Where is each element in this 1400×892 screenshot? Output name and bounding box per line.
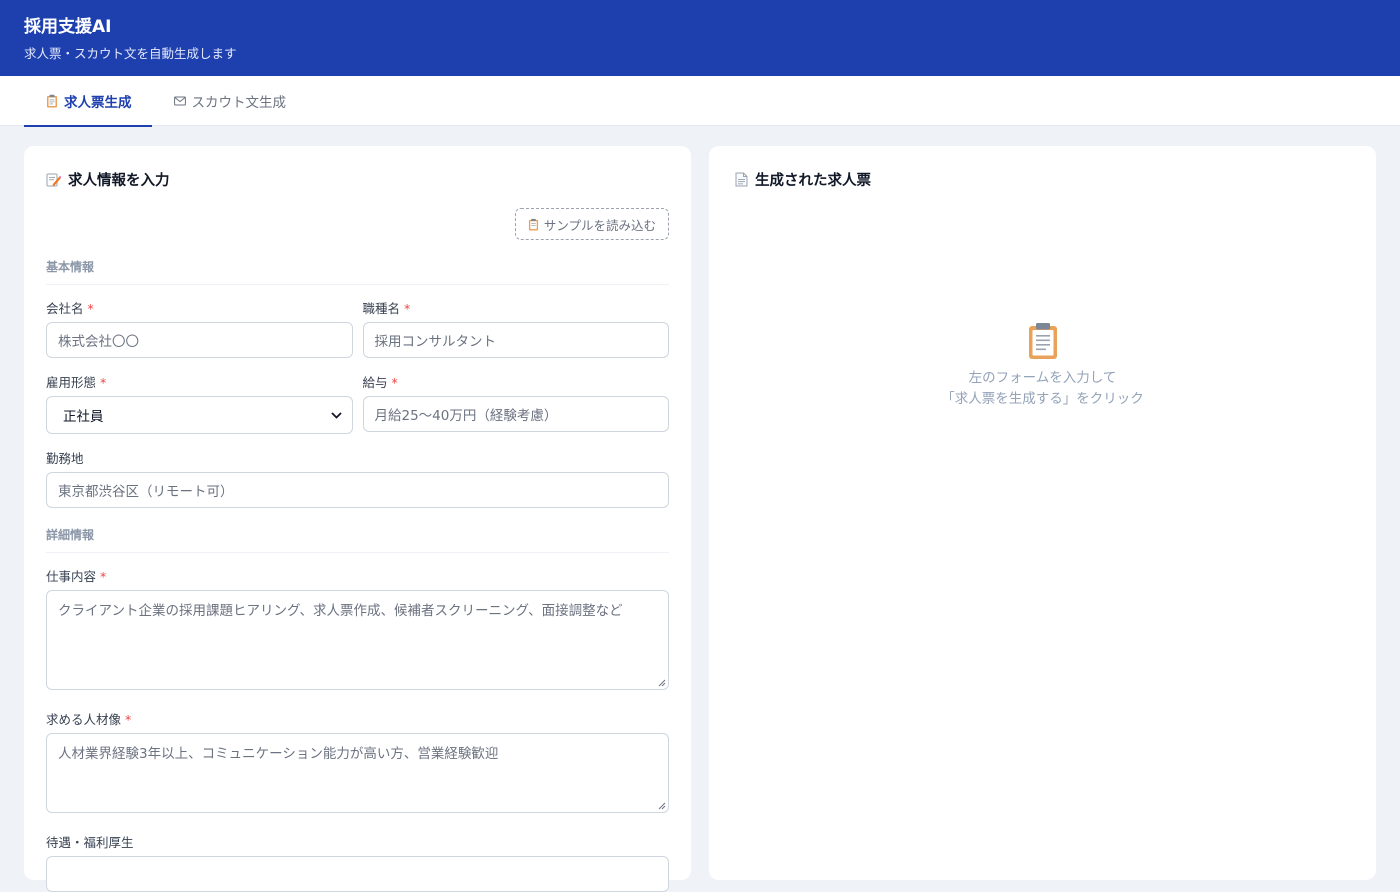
job-description-label: 仕事内容*: [46, 566, 669, 582]
company-label: 会社名*: [46, 298, 353, 314]
result-title-text: 生成された求人票: [755, 169, 871, 190]
main-content: 求人情報を入力 サンプルを読み込む 基本情報 会社名* 株式会社〇〇 職種名* …: [24, 146, 1376, 860]
company-input[interactable]: 株式会社〇〇: [46, 322, 353, 358]
form-title: 求人情報を入力: [46, 170, 669, 188]
clipboard-icon: [528, 218, 539, 231]
ideal-candidate-placeholder: 人材業界経験3年以上、コミュニケーション能力が高い方、営業経験歓迎: [58, 746, 498, 762]
tab-scout-message[interactable]: スカウト文生成: [152, 76, 307, 126]
job-title-input[interactable]: 採用コンサルタント: [363, 322, 670, 358]
app-subtitle: 求人票・スカウト文を自動生成します: [24, 43, 1376, 62]
job-title-placeholder: 採用コンサルタント: [375, 330, 497, 350]
result-title: 生成された求人票: [735, 170, 1350, 188]
required-mark: *: [100, 375, 106, 390]
tab-job-posting[interactable]: 求人票生成: [24, 76, 152, 126]
job-description-textarea[interactable]: クライアント企業の採用課題ヒアリング、求人票作成、候補者スクリーニング、面接調整…: [46, 590, 669, 690]
empty-state-message: 左のフォームを入力して 「求人票を生成する」をクリック: [709, 368, 1376, 410]
location-label: 勤務地: [46, 448, 669, 464]
required-mark: *: [100, 569, 106, 584]
clipboard-icon: [46, 94, 58, 108]
location-input[interactable]: 東京都渋谷区（リモート可）: [46, 472, 669, 508]
envelope-icon: [174, 96, 186, 106]
app-title: 採用支援AI: [24, 16, 1376, 38]
employment-type-select[interactable]: 正社員: [46, 396, 353, 434]
salary-label: 給与*: [363, 372, 670, 388]
app-header: 採用支援AI 求人票・スカウト文を自動生成します: [0, 0, 1400, 76]
required-mark: *: [392, 375, 398, 390]
form-card: 求人情報を入力 サンプルを読み込む 基本情報 会社名* 株式会社〇〇 職種名* …: [24, 146, 691, 880]
employment-type-label: 雇用形態*: [46, 372, 353, 388]
memo-pencil-icon: [46, 172, 61, 187]
section-basic-info: 基本情報: [46, 258, 669, 285]
chevron-down-icon: [331, 407, 342, 423]
tab-label: 求人票生成: [64, 91, 132, 111]
empty-state-line: 「求人票を生成する」をクリック: [709, 389, 1376, 410]
ideal-candidate-textarea[interactable]: 人材業界経験3年以上、コミュニケーション能力が高い方、営業経験歓迎: [46, 733, 669, 813]
document-icon: [735, 172, 748, 187]
required-mark: *: [404, 301, 410, 316]
section-detail-info: 詳細情報: [46, 526, 669, 553]
resize-grip-icon[interactable]: [658, 679, 666, 687]
load-sample-label: サンプルを読み込む: [544, 215, 656, 234]
clipboard-icon: [1027, 322, 1059, 364]
company-placeholder: 株式会社〇〇: [58, 330, 139, 350]
salary-input[interactable]: 月給25〜40万円（経験考慮）: [363, 396, 670, 432]
benefits-input[interactable]: [46, 856, 669, 892]
empty-state-line: 左のフォームを入力して: [709, 368, 1376, 389]
resize-grip-icon[interactable]: [658, 802, 666, 810]
ideal-candidate-label: 求める人材像*: [46, 709, 669, 725]
tab-label: スカウト文生成: [192, 91, 287, 111]
tab-bar: 求人票生成 スカウト文生成: [0, 76, 1400, 126]
location-placeholder: 東京都渋谷区（リモート可）: [58, 480, 234, 500]
job-title-label: 職種名*: [363, 298, 670, 314]
load-sample-button[interactable]: サンプルを読み込む: [515, 208, 669, 240]
job-description-placeholder: クライアント企業の採用課題ヒアリング、求人票作成、候補者スクリーニング、面接調整…: [58, 603, 623, 619]
benefits-label: 待遇・福利厚生: [46, 832, 669, 848]
required-mark: *: [88, 301, 94, 316]
form-title-text: 求人情報を入力: [68, 169, 170, 190]
empty-state: 左のフォームを入力して 「求人票を生成する」をクリック: [709, 322, 1376, 410]
required-mark: *: [125, 712, 131, 727]
result-card: 生成された求人票 左のフォームを入力して 「求人票を生成する」をクリック: [709, 146, 1376, 880]
salary-placeholder: 月給25〜40万円（経験考慮）: [375, 404, 558, 424]
employment-type-value: 正社員: [63, 405, 104, 425]
